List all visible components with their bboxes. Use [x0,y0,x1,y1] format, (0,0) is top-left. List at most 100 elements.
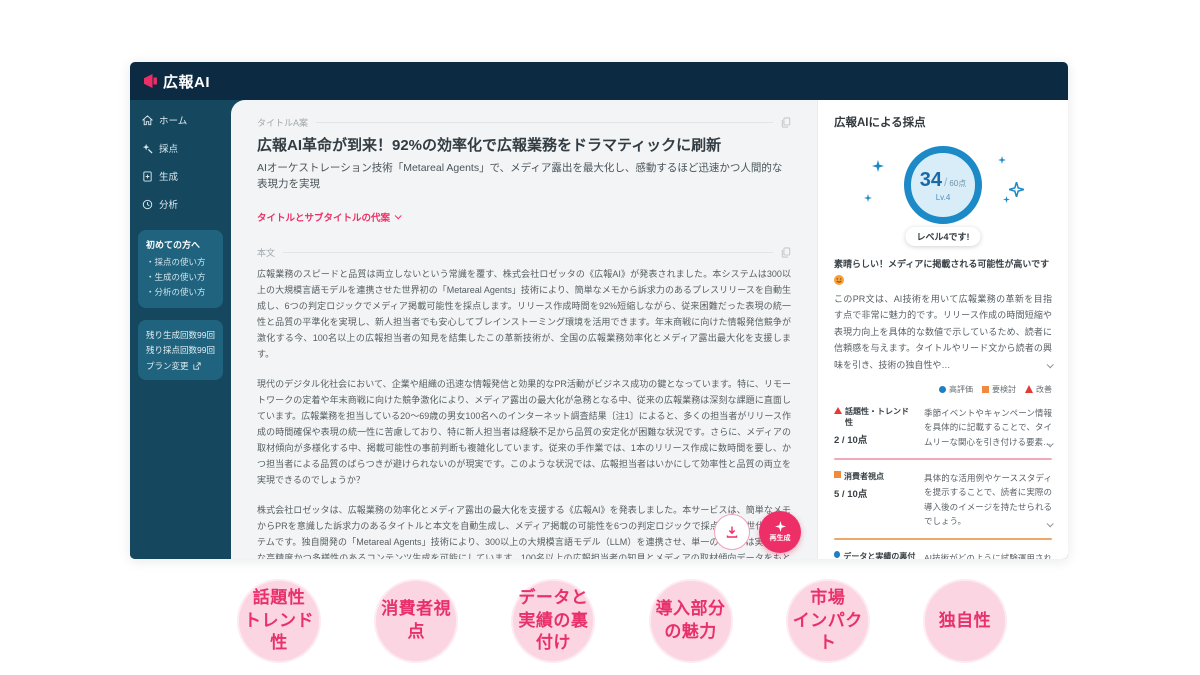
legend-improve: 改善 [1025,384,1052,395]
sidebar-item-home[interactable]: ホーム [136,106,225,134]
score-panel: 広報AIによる採点 34 / 60点 Lv.4 レベル4です! 素晴らしい！メデ… [817,100,1068,559]
download-icon [726,526,738,538]
app-title: 広報AI [163,73,211,91]
sidebar-item-generate[interactable]: 生成 [136,162,225,190]
badge-label: 話題性 トレンド性 [244,587,314,653]
body-paragraph: 広報業務のスピードと品質は両立しないという常識を覆す、株式会社ロゼッタの《広報A… [257,268,791,359]
body-paragraph: 現代のデジタル化社会において、企業や組織の迅速な情報発信と効果的なPR活動がビジ… [257,378,791,485]
praise-label: 素晴らしい！メディアに掲載される可能性が高いです [834,259,1050,269]
score-item-comment: 具体的な活用例やケーススタディを提示することで、読者に実際の導入後のイメージを持… [924,473,1052,527]
legend-label: 要検討 [992,384,1016,394]
score-item-points: 2 / 10点 [834,435,868,447]
download-button[interactable] [714,514,750,550]
badge-uniqueness: 独自性 [922,579,1007,663]
legend-label: 改善 [1036,384,1052,394]
badge-market-impact: 市場 インパクト [785,579,870,663]
improve-icon [1025,385,1033,394]
topbar: 広報AI [130,62,1068,100]
smile-emoji [834,274,844,285]
score-icon [142,143,153,154]
body-section-header: 本文 [257,246,791,259]
divider [316,122,773,123]
badge-label: データと 実績の裏付け [518,587,589,653]
score-max: 60点 [949,178,967,188]
app-logo: 広報AI [142,71,210,92]
improve-icon [834,406,842,414]
high-rating-icon [834,550,841,558]
app-window: 広報AI ホーム 採点 生成 分析 初めての方へ ・採点の使い方 ・生成の使い方… [130,62,1068,559]
legend-review: 要検討 [982,384,1016,395]
badge-consumer: 消費者視点 [374,579,459,663]
copy-icon[interactable] [781,247,791,258]
sparkle-icon [998,156,1006,164]
score-panel-title: 広報AIによる採点 [834,117,926,129]
legend-high: 高評価 [939,384,973,395]
sidebar-item-label: 分析 [159,200,179,211]
divider [834,537,1052,540]
score-value: 34 [919,168,942,191]
score-gauge: 34 / 60点 Lv.4 レベル4です! [834,138,1052,246]
guide-box-title: 初めての方へ [146,240,201,250]
score-item-topicality: 話題性・トレンド性 2 / 10点 季節イベントやキャンペーン情報を具体的に記載… [834,406,1054,449]
plan-change-link[interactable]: プラン変更 [146,360,215,372]
score-slash: / [944,174,948,189]
score-item-name: データと実績の裏付け [843,551,916,559]
badge-label: 独自性 [938,610,992,630]
score-summary: このPR文は、AI技術を用いて広報業務の革新を目指す点で非常に魅力的です。リリー… [834,291,1054,374]
title-alternatives-link[interactable]: タイトルとサブタイトルの代案 [257,210,402,224]
status-legend: 高評価 要検討 改善 [834,384,1052,395]
needs-review-icon [834,471,841,479]
remaining-scorings: 残り採点回数99回 [146,344,215,355]
sidebar-item-analysis[interactable]: 分析 [136,190,225,218]
regenerate-label: 再生成 [769,535,791,542]
score-item-name: 話題性・トレンド性 [845,406,909,427]
score-circle: 34 / 60点 Lv.4 [904,146,982,224]
guide-link-analysis[interactable]: ・分析の使い方 [146,285,215,300]
sparkle-icon [1009,182,1024,197]
sidebar-item-label: ホーム [159,116,188,127]
score-item-data-evidence: データと実績の裏付け 8 / 10点 AI技術がどのように試験運用されたか、詳細… [834,550,1052,559]
analysis-icon [142,199,153,209]
floating-actions: 再生成 [714,511,801,553]
score-item-name: 消費者視点 [844,472,884,482]
needs-review-icon [982,385,989,393]
chevron-down-icon[interactable] [1046,361,1054,369]
guide-link-scoring[interactable]: ・採点の使い方 [146,255,215,270]
chevron-down-icon [394,212,402,220]
sparkle-icon [1003,196,1010,203]
external-link-icon [192,362,201,371]
copy-icon[interactable] [781,117,791,128]
praise-text: 素晴らしい！メディアに掲載される可能性が高いです [834,258,1052,285]
regenerate-button[interactable]: 再生成 [759,511,801,553]
score-level: Lv.4 [935,192,951,202]
remaining-generations: 残り生成回数99回 [146,329,215,340]
sidebar-item-score[interactable]: 採点 [136,134,225,162]
score-summary-text: このPR文は、AI技術を用いて広報業務の革新を目指す点で非常に魅力的です。リリー… [834,293,1052,371]
megaphone-icon [144,74,157,88]
divider [283,251,773,253]
sidebar-item-label: 採点 [159,144,179,155]
main-content: タイトルA案 広報AI革命が到来！92%の効率化で広報業務をドラマティックに刷新… [231,100,817,559]
criteria-badges: 話題性 トレンド性 消費者視点 データと 実績の裏付け 導入部分 の魅力 市場 … [237,579,1007,663]
legend-label: 高評価 [949,384,973,394]
sparkle-icon [774,521,786,532]
press-release-subtitle: AIオーケストレーション技術「Metareal Agents」で、メディア露出を… [257,162,783,190]
high-rating-icon [939,385,946,393]
badge-data-evidence: データと 実績の裏付け [511,579,596,663]
badge-label: 導入部分 の魅力 [655,599,726,641]
badge-label: 消費者視点 [381,599,452,641]
sidebar: ホーム 採点 生成 分析 初めての方へ ・採点の使い方 ・生成の使い方 ・分析の… [130,100,231,559]
body-paragraph: 株式会社ロゼッタは、広報業務の効率化とメディア露出の最大化を支援する《広報AI》… [257,504,791,559]
score-item-comment: 季節イベントやキャンペーン情報を具体的に記載することで、タイムリーな関心を引き付… [924,407,1052,447]
score-item-points: 5 / 10点 [834,489,868,501]
badge-label: 市場 インパクト [792,587,863,653]
beginner-guide-box: 初めての方へ ・採点の使い方 ・生成の使い方 ・分析の使い方 [138,230,223,308]
title-alternatives-label: タイトルとサブタイトルの代案 [257,212,391,224]
page: 広報AI ホーム 採点 生成 分析 初めての方へ ・採点の使い方 ・生成の使い方… [0,0,1200,675]
sparkle-icon [872,160,884,172]
home-icon [142,114,153,125]
badge-intro-appeal: 導入部分 の魅力 [648,579,733,663]
badge-topicality: 話題性 トレンド性 [237,579,321,663]
guide-link-generation[interactable]: ・生成の使い方 [146,270,215,285]
score-item-consumer: 消費者視点 5 / 10点 具体的な活用例やケーススタディを提示することで、読者… [834,471,1054,529]
